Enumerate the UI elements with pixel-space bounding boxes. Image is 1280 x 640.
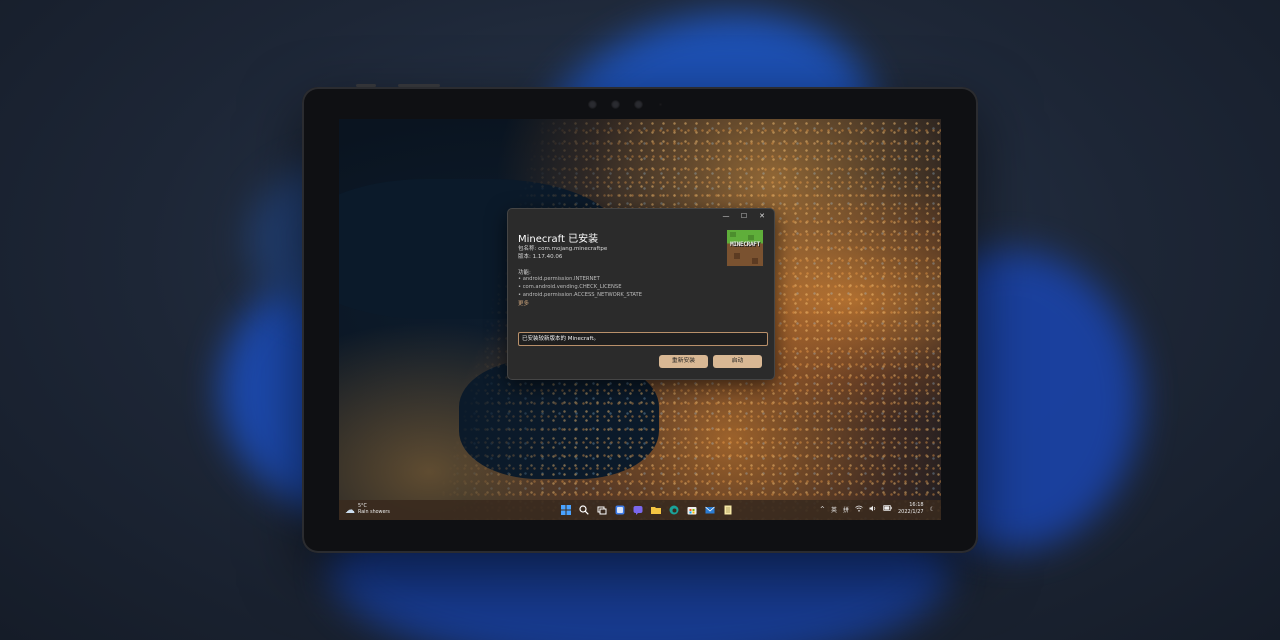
install-dialog: — ☐ ✕ Minecraft 已安装 包名称: com.mojang.mine… [507,208,775,380]
maximize-button[interactable]: ☐ [738,211,750,221]
launch-button[interactable]: 启动 [713,355,762,368]
camera-sensor [611,100,620,109]
camera-sensor [588,100,597,109]
package-name: 包名称: com.mojang.minecraftpe [518,246,608,252]
icon-logo-text: MINECRAFT [730,241,760,248]
icon-pixel [730,232,736,237]
dialog-title: Minecraft 已安装 [518,234,599,245]
store-icon[interactable] [685,503,699,517]
weather-description: Rain showers [358,510,390,515]
notification-moon-icon[interactable]: ☾ [930,506,935,513]
reinstall-button[interactable]: 重新安装 [659,355,708,368]
window-controls: — ☐ ✕ [720,211,768,221]
permission-item: • android.permission.INTERNET [518,276,600,282]
icon-pixel [752,258,758,264]
weather-text: 5°C Rain showers [358,504,390,516]
clock-time: 16:18 [909,502,924,508]
wifi-icon[interactable] [855,505,863,514]
permission-item: • com.android.vending.CHECK_LICENSE [518,284,622,290]
weather-widget[interactable]: ☁ 5°C Rain showers [345,504,390,516]
ime-language-indicator[interactable]: 英 [831,505,837,514]
clock-date: 2022/1/27 [897,509,924,515]
permission-item: • android.permission.ACCESS_NETWORK_STAT… [518,292,642,298]
minimize-button[interactable]: — [720,211,732,221]
more-link[interactable]: 更多 [518,299,529,307]
show-hidden-icons-chevron-icon[interactable]: ^ [820,506,825,513]
close-button[interactable]: ✕ [756,211,768,221]
battery-icon[interactable] [883,505,892,513]
rain-cloud-icon: ☁ [345,504,355,516]
tablet-device: — ☐ ✕ Minecraft 已安装 包名称: com.mojang.mine… [302,87,978,553]
mail-icon[interactable] [703,503,717,517]
edge-browser-icon[interactable] [667,503,681,517]
icon-pixel [748,235,754,240]
camera-lens [634,100,643,109]
system-tray: ^ 英 拼 16:18 2022/1/27 ☾ [820,502,935,516]
start-icon[interactable] [559,503,573,517]
icon-pixel [734,253,740,259]
camera-led [659,103,662,106]
search-icon[interactable] [577,503,591,517]
version-info: 版本: 1.17.40.06 [518,254,563,260]
volume-icon[interactable] [869,505,877,514]
ime-mode-indicator[interactable]: 拼 [843,505,849,514]
teams-chat-icon[interactable] [631,503,645,517]
capabilities-label: 功能: [518,270,531,276]
notepad-icon[interactable] [721,503,735,517]
widgets-icon[interactable] [613,503,627,517]
tablet-screen: — ☐ ✕ Minecraft 已安装 包名称: com.mojang.mine… [339,119,941,520]
taskbar: ☁ 5°C Rain showers ^ 英 拼 16:18 2022/1/27… [339,500,941,520]
task-view-icon[interactable] [595,503,609,517]
taskbar-app-icons [559,503,735,517]
status-message-field: 已安装较新版本的 Minecraft。 [518,332,768,346]
file-explorer-icon[interactable] [649,503,663,517]
minecraft-app-icon: MINECRAFT [726,229,764,267]
clock[interactable]: 16:18 2022/1/27 [898,502,924,516]
